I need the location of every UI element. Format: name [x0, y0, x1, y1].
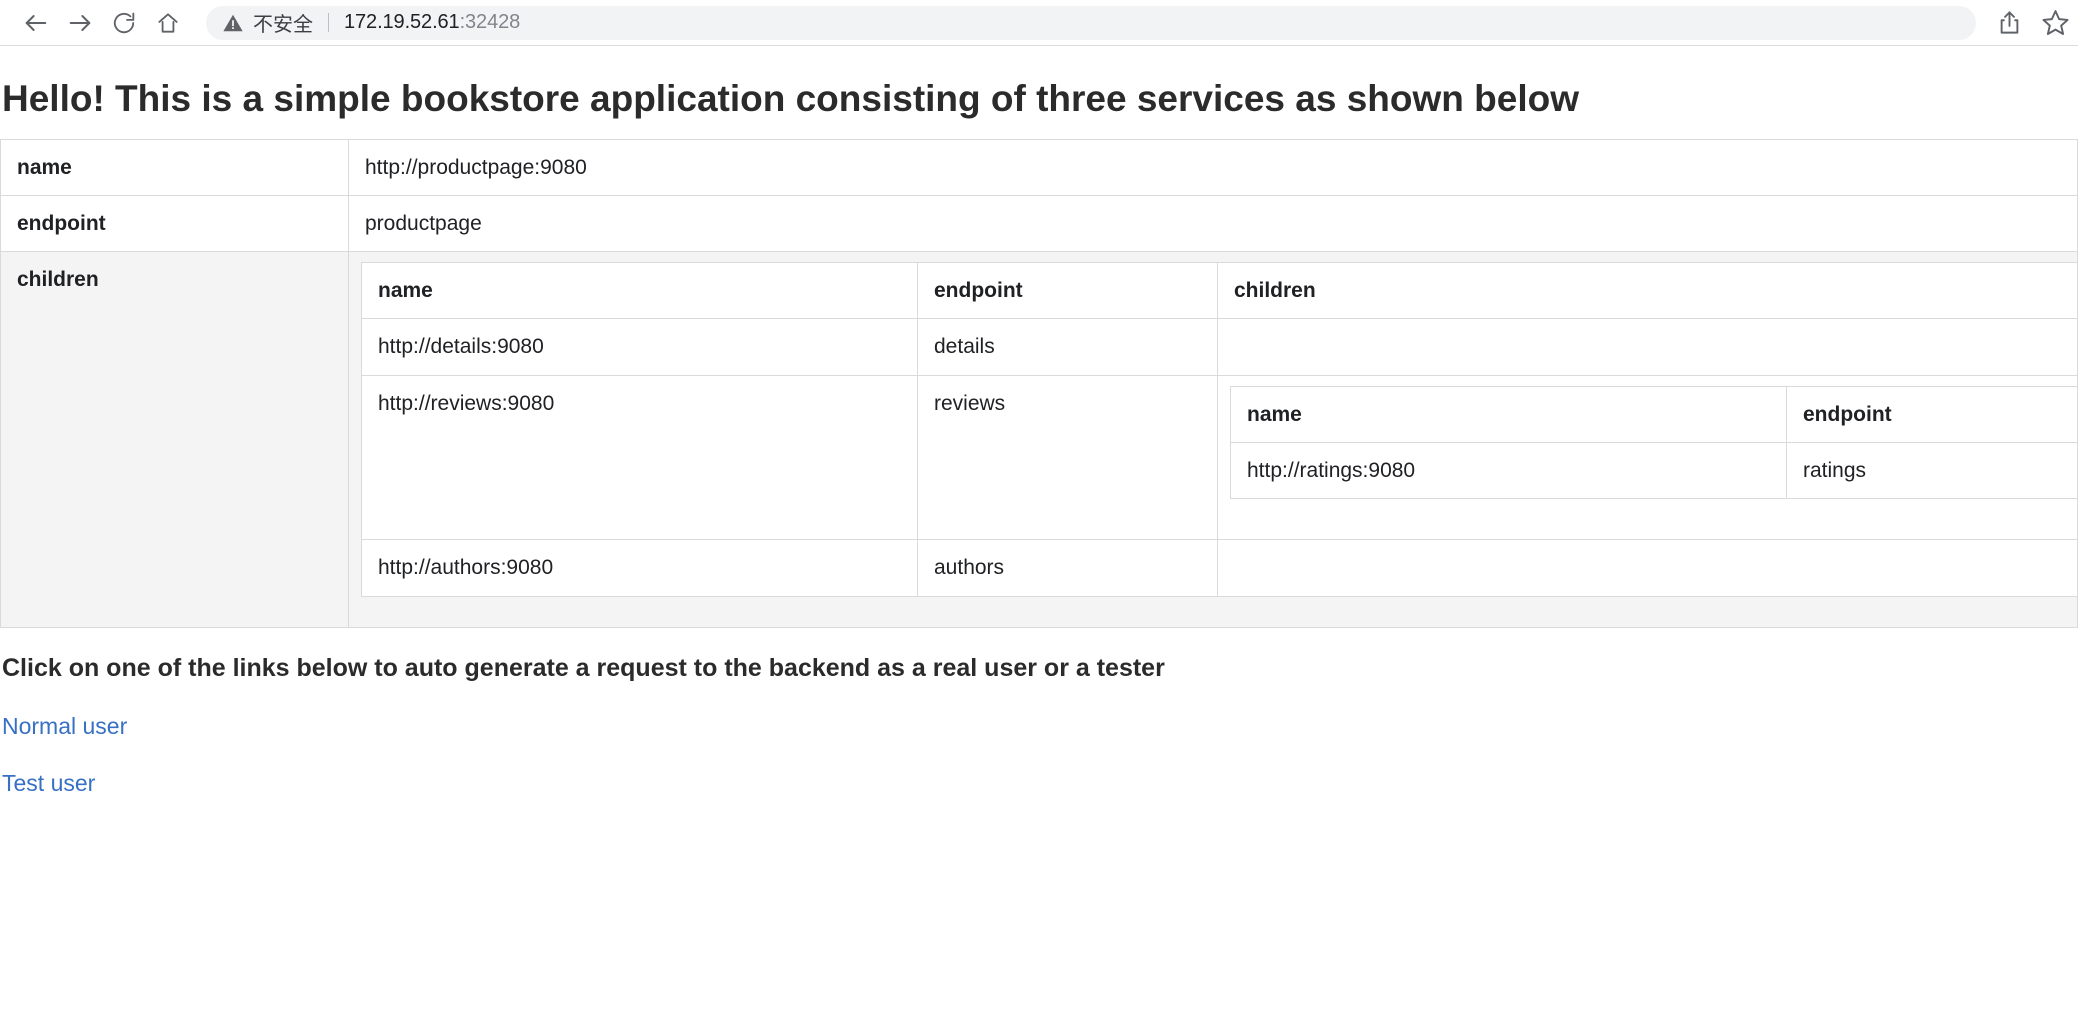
url-text[interactable]: 172.19.52.61:32428 [344, 11, 520, 34]
toolbar-actions [1986, 1, 2069, 45]
cell-children [1217, 539, 2078, 597]
row-key-endpoint: endpoint [0, 194, 349, 253]
cell-name: http://details:9080 [361, 318, 918, 376]
child-services-table: name endpoint children http://details:90… [361, 262, 2078, 597]
cell-endpoint: ratings [1786, 442, 2078, 500]
address-bar[interactable]: 不安全 172.19.52.61:32428 [206, 5, 1976, 40]
cell-endpoint: authors [917, 539, 1218, 597]
cell-name: http://ratings:9080 [1230, 442, 1787, 500]
home-icon [158, 12, 178, 33]
normal-user-link[interactable]: Normal user [2, 713, 127, 740]
row-key-name: name [0, 138, 349, 196]
share-button[interactable] [1986, 1, 2032, 45]
table-header-row: name endpoint children [361, 262, 2078, 320]
share-icon [2000, 11, 2018, 34]
table-row: http://ratings:9080 ratings [1230, 442, 2078, 500]
page-body: Hello! This is a simple bookstore applic… [0, 78, 2078, 797]
row-value-children: name endpoint children http://details:90… [348, 251, 2078, 628]
security-label: 不安全 [253, 14, 313, 36]
reload-icon [113, 12, 135, 33]
column-header-name: name [1230, 385, 1787, 444]
browser-toolbar: 不安全 172.19.52.61:32428 [0, 0, 2078, 46]
bookmark-button[interactable] [2032, 1, 2078, 45]
table-row: name http://productpage:9080 [0, 138, 2078, 196]
table-row: http://reviews:9080 reviews name endpoin… [361, 374, 2078, 541]
cell-children [1217, 318, 2078, 376]
grandchild-services-table: name endpoint http://ratings:9080 rating [1230, 385, 2078, 500]
table-row: http://authors:9080 authors [361, 539, 2078, 597]
column-header-name: name [361, 262, 918, 320]
column-header-endpoint: endpoint [1786, 385, 2078, 444]
page-title: Hello! This is a simple bookstore applic… [2, 78, 1579, 119]
cell-endpoint: details [917, 318, 1218, 376]
star-icon [2041, 10, 2069, 35]
table-row: http://details:9080 details [361, 318, 2078, 376]
table-row: children name endpoint children http://d… [0, 251, 2078, 628]
home-button[interactable] [146, 1, 190, 45]
cell-children: name endpoint http://ratings:9080 rating [1217, 374, 2078, 541]
test-user-link[interactable]: Test user [2, 770, 95, 797]
row-value-endpoint: productpage [348, 194, 2078, 253]
omnibox-divider [328, 13, 329, 32]
reload-button[interactable] [102, 1, 146, 45]
warning-triangle-icon [223, 14, 243, 31]
row-value-name: http://productpage:9080 [348, 138, 2078, 196]
back-arrow-icon [25, 14, 47, 31]
cell-name: http://reviews:9080 [361, 374, 918, 541]
forward-button[interactable] [58, 1, 102, 45]
forward-arrow-icon [69, 14, 91, 31]
column-header-endpoint: endpoint [917, 262, 1218, 320]
row-key-children: children [0, 251, 349, 628]
table-row: endpoint productpage [0, 194, 2078, 253]
cell-endpoint: reviews [917, 374, 1218, 541]
column-header-children: children [1217, 262, 2078, 320]
service-tree-table: name http://productpage:9080 endpoint pr… [0, 138, 2078, 628]
cell-name: http://authors:9080 [361, 539, 918, 597]
back-button[interactable] [14, 1, 58, 45]
table-header-row: name endpoint [1230, 385, 2078, 444]
url-host: 172.19.52.61 [344, 11, 460, 33]
url-port: :32428 [459, 11, 521, 33]
security-status[interactable]: 不安全 [222, 8, 313, 37]
links-instruction: Click on one of the links below to auto … [2, 653, 1165, 682]
